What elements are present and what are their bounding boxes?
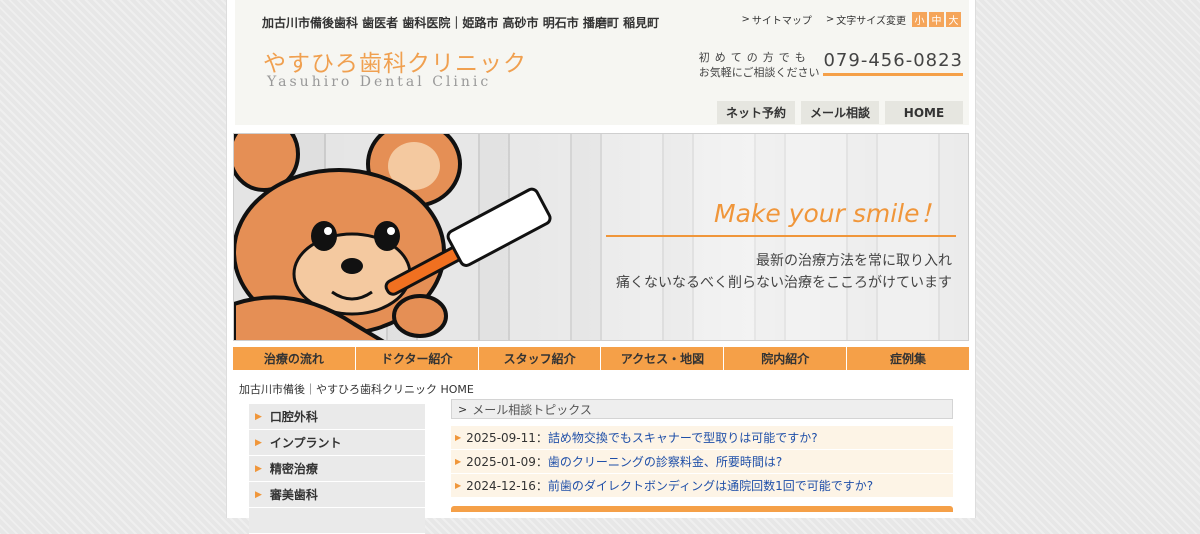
phone-number[interactable]: 079-456-0823 — [823, 50, 963, 76]
font-size-control: > 文字サイズ変更 小 中 大 — [826, 12, 961, 27]
logo-japanese[interactable]: やすひろ歯科クリニック — [263, 44, 527, 78]
chevron-right-icon: > — [741, 14, 750, 25]
topic-date: 2025-01-09： — [466, 455, 548, 469]
arrow-right-icon: ▶ — [455, 457, 462, 466]
breadcrumb: 加古川市備後｜やすひろ歯科クリニック HOME — [239, 383, 474, 396]
arrow-right-icon: ▶ — [255, 437, 262, 448]
side-item-implant[interactable]: ▶ インプラント — [249, 430, 425, 456]
contact-block: 初めての方でも お気軽にご相談ください 079-456-0823 — [699, 50, 963, 80]
topics-heading: > メール相談トピックス — [451, 399, 953, 419]
contact-line-1: 初めての方でも — [698, 51, 811, 64]
font-size-medium-button[interactable]: 中 — [929, 12, 944, 27]
topic-link[interactable]: 歯のクリーニングの診察料金、所要時間は? — [548, 453, 782, 470]
home-button[interactable]: HOME — [885, 101, 963, 124]
topics-list: ▶ 2025-09-11： 詰め物交換でもスキャナーで型取りは可能ですか? ▶ … — [451, 426, 953, 498]
arrow-right-icon: ▶ — [255, 489, 262, 500]
font-size-label: 文字サイズ変更 — [836, 16, 906, 27]
topics-heading-label: メール相談トピックス — [472, 402, 592, 417]
header-buttons: ネット予約 メール相談 HOME — [711, 101, 963, 124]
arrow-right-icon: ▶ — [255, 411, 262, 422]
hero-slogan: Make your smile！ — [714, 199, 945, 228]
side-item-more[interactable] — [249, 508, 425, 534]
hero-banner: Make your smile！ 最新の治療方法を常に取り入れ 痛くないなるべく… — [233, 133, 969, 341]
list-item: ▶ 2025-01-09： 歯のクリーニングの診察料金、所要時間は? — [451, 450, 953, 474]
mail-topics: > メール相談トピックス ▶ 2025-09-11： 詰め物交換でもスキャナーで… — [451, 399, 953, 512]
sitemap-link[interactable]: > サイトマップ — [742, 12, 812, 27]
side-item-cosmetic[interactable]: ▶ 審美歯科 — [249, 482, 425, 508]
logo-english: Yasuhiro Dental Clinic — [267, 74, 492, 90]
side-menu: ▶ 口腔外科 ▶ インプラント ▶ 精密治療 ▶ 審美歯科 — [249, 404, 425, 534]
utility-links: > サイトマップ > 文字サイズ変更 小 中 大 — [728, 12, 961, 27]
net-reservation-button[interactable]: ネット予約 — [717, 101, 795, 124]
side-item-precision[interactable]: ▶ 精密治療 — [249, 456, 425, 482]
sitemap-label: サイトマップ — [751, 16, 812, 27]
font-size-small-button[interactable]: 小 — [912, 12, 927, 27]
chevron-right-icon: > — [825, 14, 835, 25]
contact-text: 初めての方でも お気軽にご相談ください — [699, 50, 820, 80]
side-item-label: 審美歯科 — [269, 488, 318, 502]
slogan-underline — [606, 235, 956, 237]
header-tagline: 加古川市備後歯科 歯医者 歯科医院｜姫路市 高砂市 明石市 播磨町 稲見町 — [262, 16, 660, 30]
page: 加古川市備後歯科 歯医者 歯科医院｜姫路市 高砂市 明石市 播磨町 稲見町 > … — [226, 0, 976, 534]
contact-line-2: お気軽にご相談ください — [698, 66, 820, 79]
nav-clinic-tour[interactable]: 院内紹介 — [724, 347, 848, 370]
nav-cases[interactable]: 症例集 — [847, 347, 969, 370]
list-item: ▶ 2025-09-11： 詰め物交換でもスキャナーで型取りは可能ですか? — [451, 426, 953, 450]
side-item-label: 口腔外科 — [269, 410, 318, 424]
chevron-right-icon: > — [458, 402, 468, 416]
nav-access[interactable]: アクセス・地図 — [601, 347, 725, 370]
nav-doctor[interactable]: ドクター紹介 — [356, 347, 479, 370]
next-section-bar — [451, 506, 953, 512]
nav-staff[interactable]: スタッフ紹介 — [479, 347, 602, 370]
arrow-right-icon: ▶ — [255, 463, 262, 474]
list-item: ▶ 2024-12-16： 前歯のダイレクトボンディングは通院回数1回で可能です… — [451, 474, 953, 498]
topic-date: 2024-12-16： — [466, 479, 548, 493]
arrow-right-icon: ▶ — [455, 433, 462, 442]
global-navigation: 治療の流れ ドクター紹介 スタッフ紹介 アクセス・地図 院内紹介 症例集 — [233, 347, 969, 370]
font-size-large-button[interactable]: 大 — [946, 12, 961, 27]
arrow-right-icon: ▶ — [455, 481, 462, 490]
side-item-label: 精密治療 — [269, 462, 318, 476]
topic-link[interactable]: 詰め物交換でもスキャナーで型取りは可能ですか? — [548, 429, 818, 446]
hero-subtext-1: 最新の治療方法を常に取り入れ — [756, 253, 952, 269]
font-size-buttons: 小 中 大 — [910, 12, 961, 27]
topic-date: 2025-09-11： — [466, 431, 548, 445]
side-item-oral-surgery[interactable]: ▶ 口腔外科 — [249, 404, 425, 430]
mail-consultation-button[interactable]: メール相談 — [801, 101, 879, 124]
side-item-label: インプラント — [269, 436, 342, 450]
site-header: 加古川市備後歯科 歯医者 歯科医院｜姫路市 高砂市 明石市 播磨町 稲見町 > … — [235, 0, 969, 125]
hero-subtext-2: 痛くないなるべく削らない治療をこころがけています — [616, 275, 952, 291]
nav-treatment-flow[interactable]: 治療の流れ — [233, 347, 356, 370]
mouse-mascot-illustration — [234, 134, 552, 340]
topic-link[interactable]: 前歯のダイレクトボンディングは通院回数1回で可能ですか? — [548, 477, 873, 494]
